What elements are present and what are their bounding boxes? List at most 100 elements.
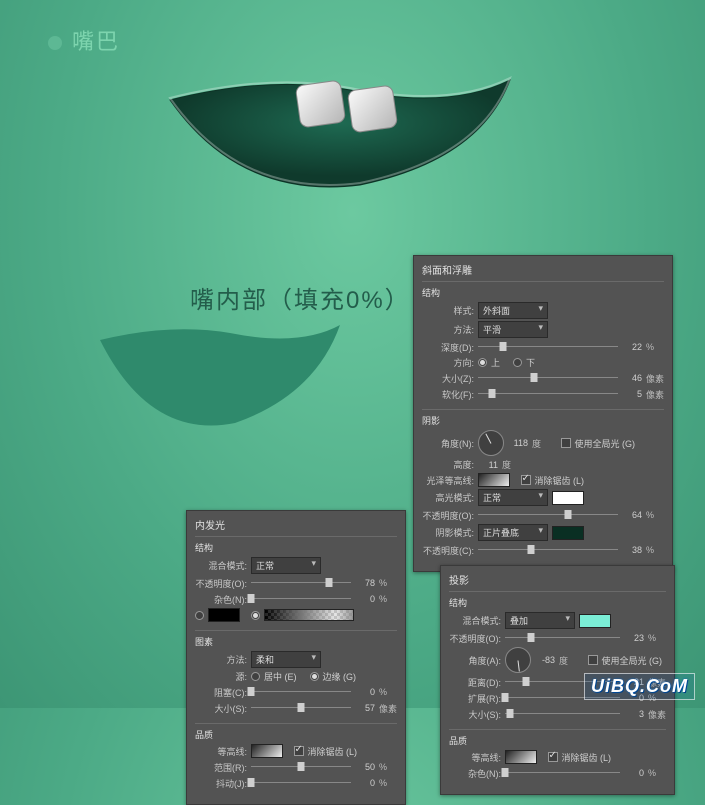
label: 不透明度(C):	[422, 544, 474, 557]
value: 57	[355, 703, 375, 713]
angle-dial[interactable]	[478, 430, 504, 456]
label: 高度:	[422, 458, 474, 471]
blend-mode-dropdown[interactable]: 正常	[251, 557, 321, 574]
section-title: 结构	[195, 541, 397, 554]
label: 扩展(R):	[449, 692, 501, 705]
shadow-color-swatch[interactable]	[552, 526, 584, 540]
highlight-color-swatch[interactable]	[552, 491, 584, 505]
value: 0	[355, 778, 375, 788]
label: 混合模式:	[449, 614, 501, 627]
source-edge-radio[interactable]	[310, 672, 319, 681]
global-light-checkbox[interactable]	[561, 438, 571, 448]
mouth-illustration	[150, 70, 530, 200]
label: 距离(D):	[449, 676, 501, 689]
antialias-checkbox[interactable]	[521, 475, 531, 485]
soften-slider[interactable]	[478, 387, 618, 401]
contour-picker[interactable]	[251, 744, 283, 758]
color-swatch[interactable]	[208, 608, 240, 622]
technique-dropdown[interactable]: 柔和	[251, 651, 321, 668]
value: 22	[622, 342, 642, 352]
size-slider[interactable]	[505, 707, 620, 721]
size-slider[interactable]	[251, 701, 351, 715]
label: 抖动(J):	[195, 777, 247, 790]
value: 0	[355, 687, 375, 697]
global-light-checkbox[interactable]	[588, 655, 598, 665]
shadow-color-swatch[interactable]	[579, 614, 611, 628]
blend-mode-dropdown[interactable]: 叠加	[505, 612, 575, 629]
label: 高光模式:	[422, 491, 474, 504]
color-radio[interactable]	[195, 611, 204, 620]
shadow-opacity-slider[interactable]	[478, 543, 618, 557]
label: 样式:	[422, 304, 474, 317]
range-slider[interactable]	[251, 760, 351, 774]
value: 5	[622, 389, 642, 399]
noise-slider[interactable]	[251, 592, 351, 606]
technique-dropdown[interactable]: 平滑	[478, 321, 548, 338]
label: 不透明度(O):	[422, 509, 474, 522]
label: 大小(S):	[195, 702, 247, 715]
watermark: UiBQ.CoM	[584, 673, 695, 700]
panel-header: 斜面和浮雕	[422, 262, 664, 277]
size-slider[interactable]	[478, 371, 618, 385]
label: 不透明度(O):	[449, 632, 501, 645]
label: 等高线:	[195, 745, 247, 758]
label: 范围(R):	[195, 761, 247, 774]
shadow-mode-dropdown[interactable]: 正片叠底	[478, 524, 548, 541]
noise-slider[interactable]	[505, 766, 620, 780]
value: 38	[622, 545, 642, 555]
panel-header: 内发光	[195, 517, 397, 532]
label: 角度(N):	[422, 437, 474, 450]
label: 等高线:	[449, 751, 501, 764]
bevel-emboss-panel: 斜面和浮雕 结构 样式:外斜面 方法:平滑 深度(D):22% 方向:上 下 大…	[413, 255, 673, 572]
source-center-radio[interactable]	[251, 672, 260, 681]
style-dropdown[interactable]: 外斜面	[478, 302, 548, 319]
value: -83	[535, 655, 555, 665]
highlight-opacity-slider[interactable]	[478, 508, 618, 522]
value: 11	[478, 460, 498, 470]
opacity-slider[interactable]	[505, 631, 620, 645]
value: 118	[508, 438, 528, 448]
gradient-radio[interactable]	[251, 611, 260, 620]
contour-picker[interactable]	[505, 750, 537, 764]
label: 方法:	[422, 323, 474, 336]
antialias-checkbox[interactable]	[294, 746, 304, 756]
label: 角度(A):	[449, 654, 501, 667]
caption-label: 嘴内部（填充0%）	[190, 280, 411, 315]
value: 23	[624, 633, 644, 643]
title-text: 嘴巴	[72, 29, 120, 54]
label: 方法:	[195, 653, 247, 666]
value: 50	[355, 762, 375, 772]
value: 78	[355, 578, 375, 588]
value: 64	[622, 510, 642, 520]
label: 杂色(N):	[449, 767, 501, 780]
jitter-slider[interactable]	[251, 776, 351, 790]
label: 阴影模式:	[422, 526, 474, 539]
depth-slider[interactable]	[478, 340, 618, 354]
panel-header: 投影	[449, 572, 666, 587]
label: 光泽等高线:	[422, 474, 474, 487]
value: 0	[355, 594, 375, 604]
choke-slider[interactable]	[251, 685, 351, 699]
section-title: 结构	[449, 596, 666, 609]
opacity-slider[interactable]	[251, 576, 351, 590]
gradient-picker[interactable]	[264, 609, 354, 621]
section-title: 品质	[449, 734, 666, 747]
dir-up-radio[interactable]	[478, 358, 487, 367]
label: 混合模式:	[195, 559, 247, 572]
gloss-contour-picker[interactable]	[478, 473, 510, 487]
section-title: 阴影	[422, 414, 664, 427]
bullet-icon	[48, 36, 62, 50]
page-title: 嘴巴	[48, 24, 120, 56]
label: 杂色(N):	[195, 593, 247, 606]
angle-dial[interactable]	[505, 647, 531, 673]
label: 源:	[195, 670, 247, 683]
label: 阻塞(C):	[195, 686, 247, 699]
highlight-mode-dropdown[interactable]: 正常	[478, 489, 548, 506]
value: 0	[624, 768, 644, 778]
dir-down-radio[interactable]	[513, 358, 522, 367]
label: 方向:	[422, 356, 474, 369]
antialias-checkbox[interactable]	[548, 752, 558, 762]
section-title: 品质	[195, 728, 397, 741]
mouth-inner-shape	[90, 315, 350, 445]
label: 大小(S):	[449, 708, 501, 721]
